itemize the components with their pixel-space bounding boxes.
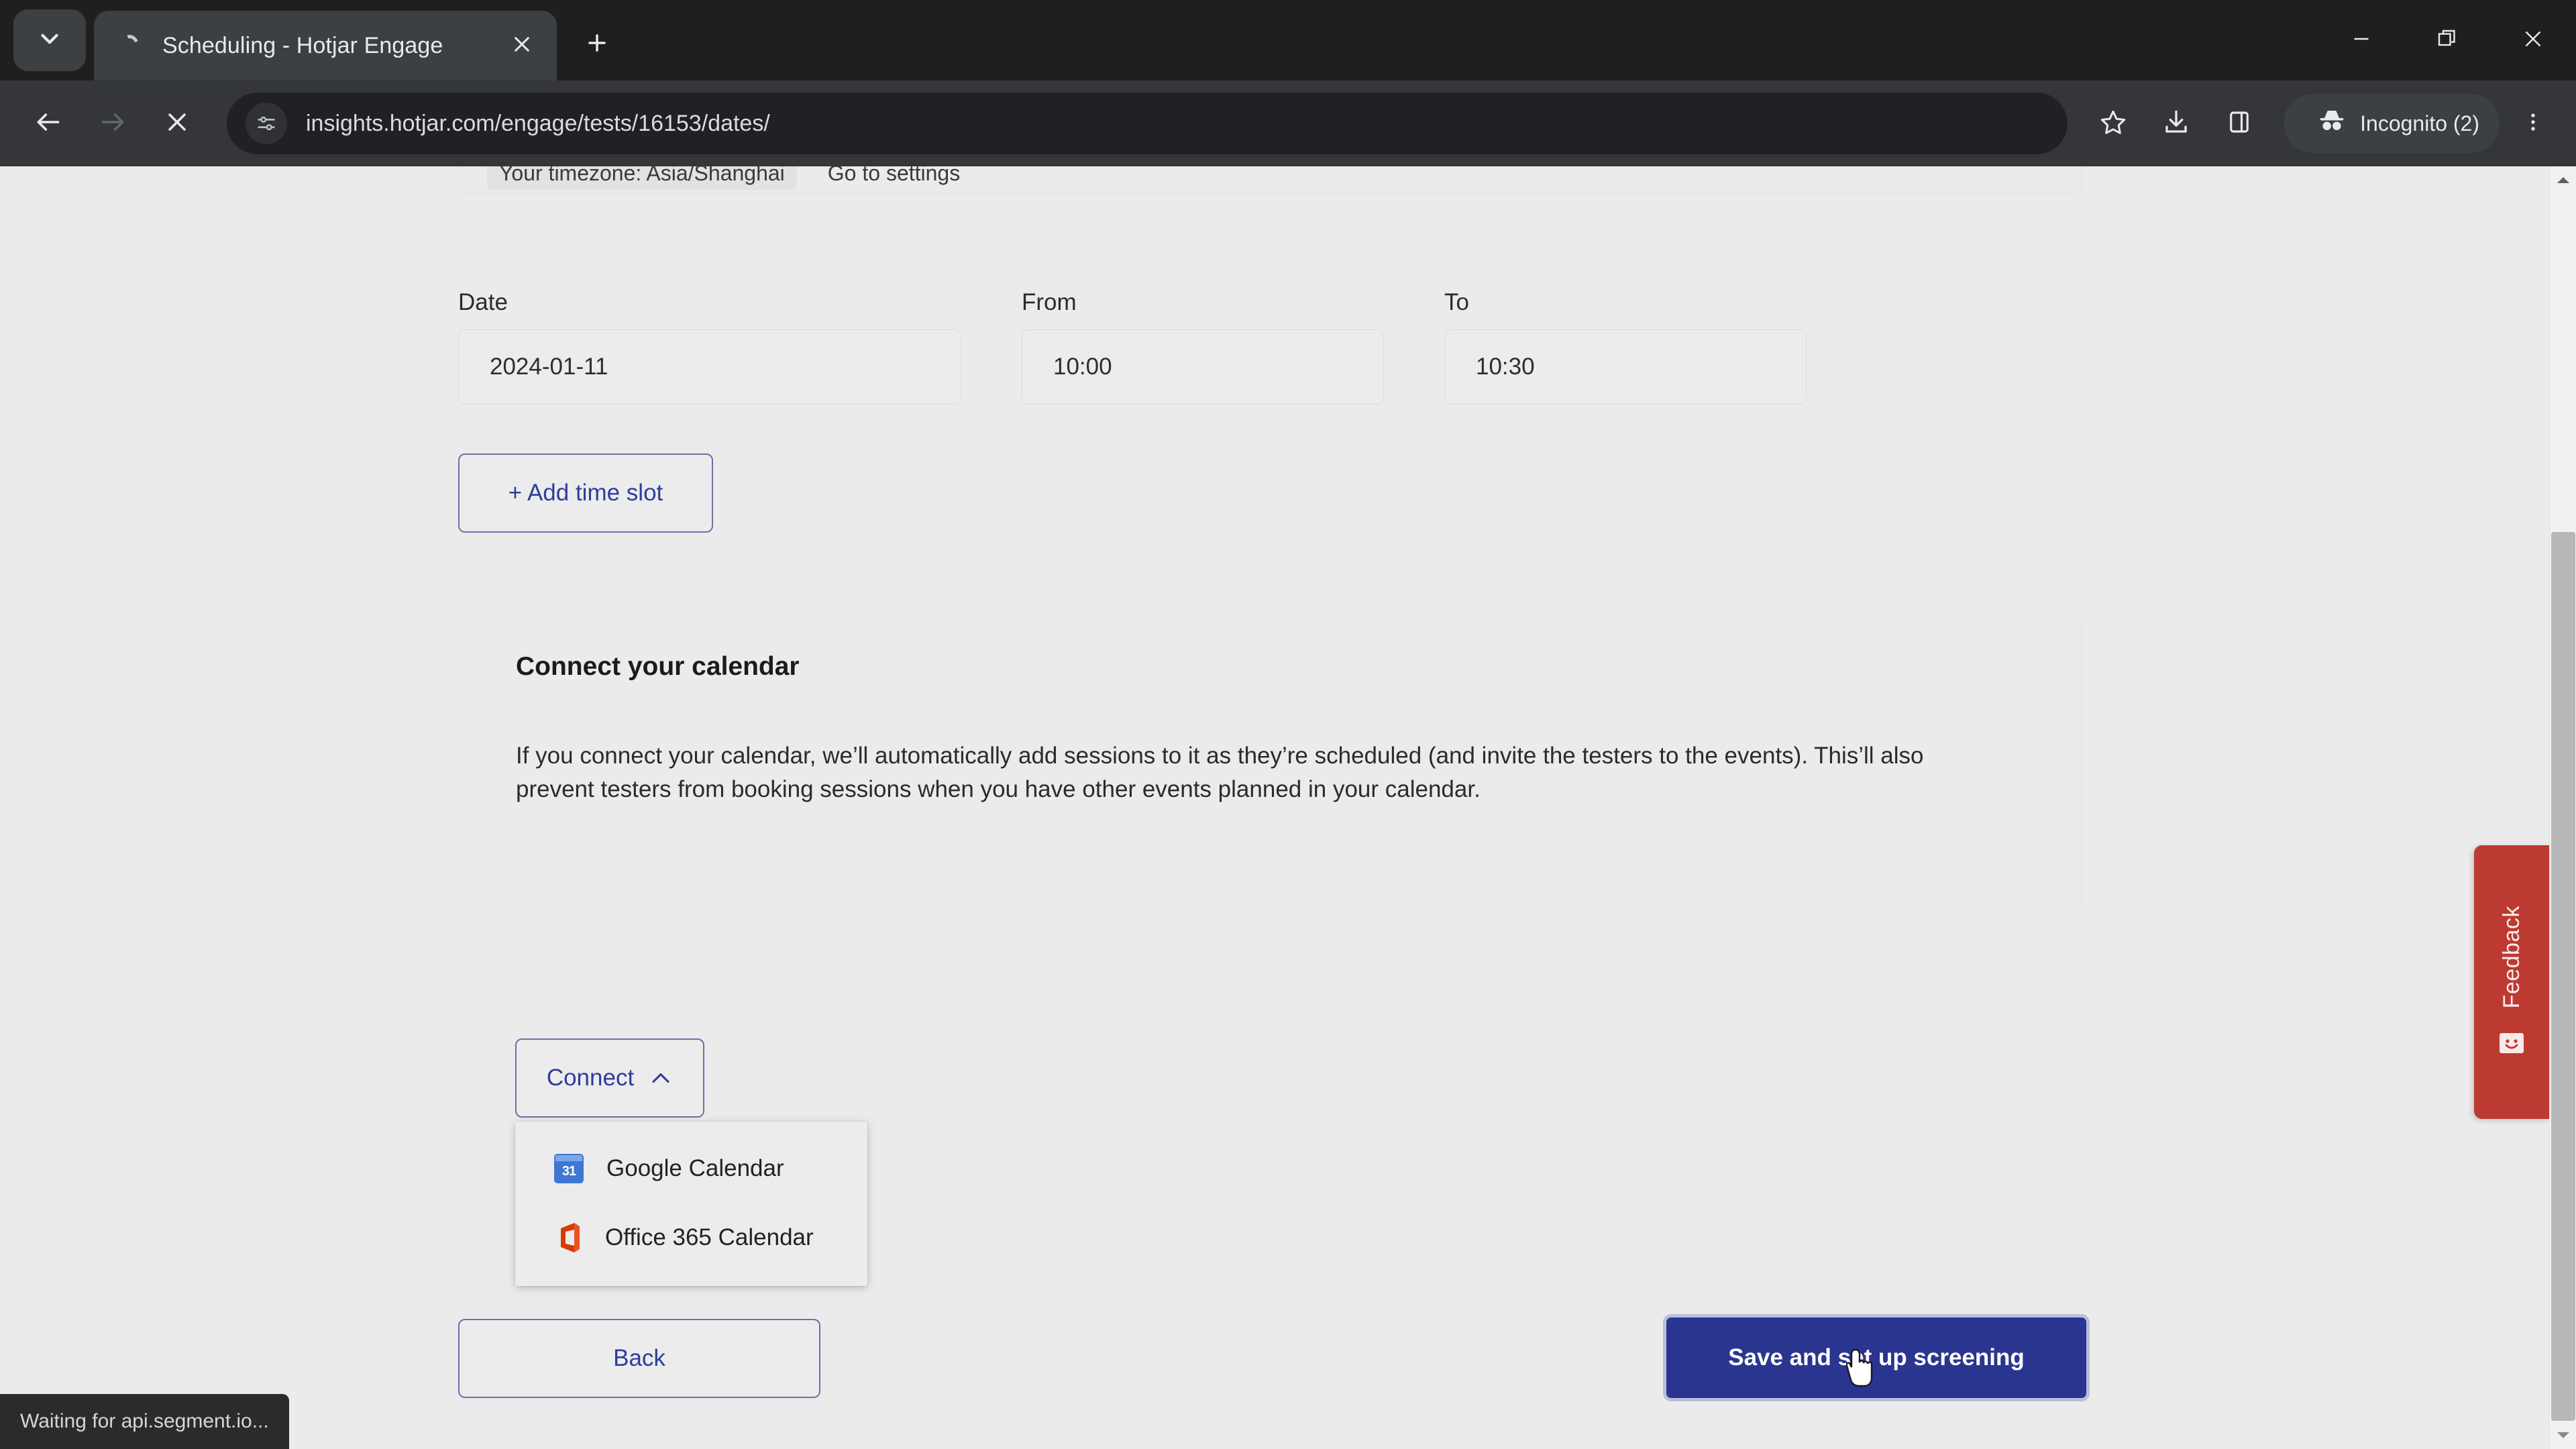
restore-icon [2435, 27, 2459, 54]
time-slot-row: Date 2024-01-11 From 10:00 To 10:30 [458, 290, 1807, 405]
timezone-settings-link[interactable]: Go to settings [828, 166, 960, 186]
downloads-button[interactable] [2147, 94, 2206, 153]
url-text: insights.hotjar.com/engage/tests/16153/d… [306, 110, 770, 136]
close-icon [511, 34, 533, 58]
connect-button-label: Connect [546, 1065, 635, 1091]
to-field-label: To [1444, 289, 1469, 315]
site-settings-icon[interactable] [246, 103, 287, 144]
side-panel-button[interactable] [2210, 94, 2269, 153]
stop-loading-button[interactable] [145, 91, 209, 156]
star-icon [2099, 108, 2127, 140]
window-controls [2318, 0, 2576, 80]
calendar-card-title: Connect your calendar [516, 652, 800, 681]
browser-toolbar: insights.hotjar.com/engage/tests/16153/d… [0, 80, 2576, 166]
scrollbar-thumb[interactable] [2551, 532, 2575, 1421]
to-time-input[interactable]: 10:30 [1444, 329, 1807, 405]
date-field-group: Date 2024-01-11 [458, 290, 961, 405]
scroll-up-arrow[interactable] [2550, 166, 2576, 193]
three-dots-icon [2522, 111, 2544, 137]
feedback-tab[interactable]: Feedback [2474, 845, 2549, 1119]
incognito-icon [2317, 106, 2347, 141]
stop-loading-icon [162, 107, 192, 140]
connect-calendar-button[interactable]: Connect [515, 1038, 704, 1118]
minimize-icon [2349, 27, 2373, 54]
smiley-feedback-icon [2496, 1028, 2527, 1059]
menu-item-google-calendar[interactable]: 31 Google Calendar [515, 1134, 867, 1203]
calendar-card-description: If you connect your calendar, we’ll auto… [516, 743, 1924, 802]
close-icon [2521, 27, 2545, 54]
save-and-setup-screening-button[interactable]: Save and set up screening [1664, 1316, 2088, 1400]
chrome-menu-button[interactable] [2506, 94, 2560, 153]
plus-icon [584, 30, 610, 59]
feedback-label: Feedback [2498, 906, 2524, 1009]
tab-search-button[interactable] [13, 9, 86, 71]
from-time-input[interactable]: 10:00 [1022, 329, 1384, 405]
back-button[interactable] [16, 91, 80, 156]
incognito-label: Incognito (2) [2360, 111, 2479, 136]
page-viewport: Your timezone: Asia/Shanghai Go to setti… [0, 166, 2576, 1449]
tab-strip: Scheduling - Hotjar Engage [0, 0, 2576, 80]
timezone-pill: Your timezone: Asia/Shanghai [487, 166, 797, 190]
bookmark-button[interactable] [2084, 94, 2143, 153]
window-maximize-button[interactable] [2404, 0, 2490, 80]
new-tab-button[interactable] [573, 20, 621, 68]
google-calendar-icon: 31 [554, 1153, 584, 1183]
window-minimize-button[interactable] [2318, 0, 2404, 80]
scroll-down-arrow[interactable] [2550, 1422, 2576, 1449]
window-close-button[interactable] [2490, 0, 2576, 80]
from-field-label: From [1022, 289, 1077, 315]
tab-close-button[interactable] [502, 25, 542, 66]
chevron-up-icon [649, 1065, 673, 1091]
loading-spinner-icon [117, 32, 142, 58]
office365-icon [554, 1222, 582, 1254]
date-input[interactable]: 2024-01-11 [458, 329, 961, 405]
download-icon [2162, 108, 2190, 140]
side-panel-icon [2225, 108, 2253, 140]
timezone-notice: Your timezone: Asia/Shanghai Go to setti… [458, 166, 2082, 193]
add-time-slot-button[interactable]: + Add time slot [458, 453, 713, 533]
status-bar: Waiting for api.segment.io... [0, 1394, 289, 1449]
incognito-indicator[interactable]: Incognito (2) [2284, 94, 2500, 153]
browser-window: Scheduling - Hotjar Engage insights.hotj… [0, 0, 2576, 1449]
back-step-button[interactable]: Back [458, 1319, 820, 1398]
forward-button[interactable] [80, 91, 145, 156]
tab-title: Scheduling - Hotjar Engage [162, 32, 443, 58]
menu-item-office365-calendar[interactable]: Office 365 Calendar [515, 1203, 867, 1272]
page-scrollbar[interactable] [2549, 166, 2576, 1449]
date-field-label: Date [458, 289, 508, 315]
chevron-down-icon [36, 25, 64, 56]
calendar-provider-menu: 31 Google Calendar Office 365 Calendar [515, 1122, 867, 1286]
google-calendar-day: 31 [555, 1161, 582, 1182]
browser-tab[interactable]: Scheduling - Hotjar Engage [94, 11, 557, 80]
address-bar[interactable]: insights.hotjar.com/engage/tests/16153/d… [227, 93, 2068, 154]
arrow-right-icon [98, 107, 127, 140]
connect-calendar-card: Connect your calendar If you connect you… [458, 614, 2082, 910]
arrow-left-icon [34, 107, 63, 140]
menu-item-label: Office 365 Calendar [605, 1224, 814, 1250]
to-field-group: To 10:30 [1444, 290, 1807, 405]
from-field-group: From 10:00 [1022, 290, 1384, 405]
menu-item-label: Google Calendar [606, 1155, 784, 1181]
